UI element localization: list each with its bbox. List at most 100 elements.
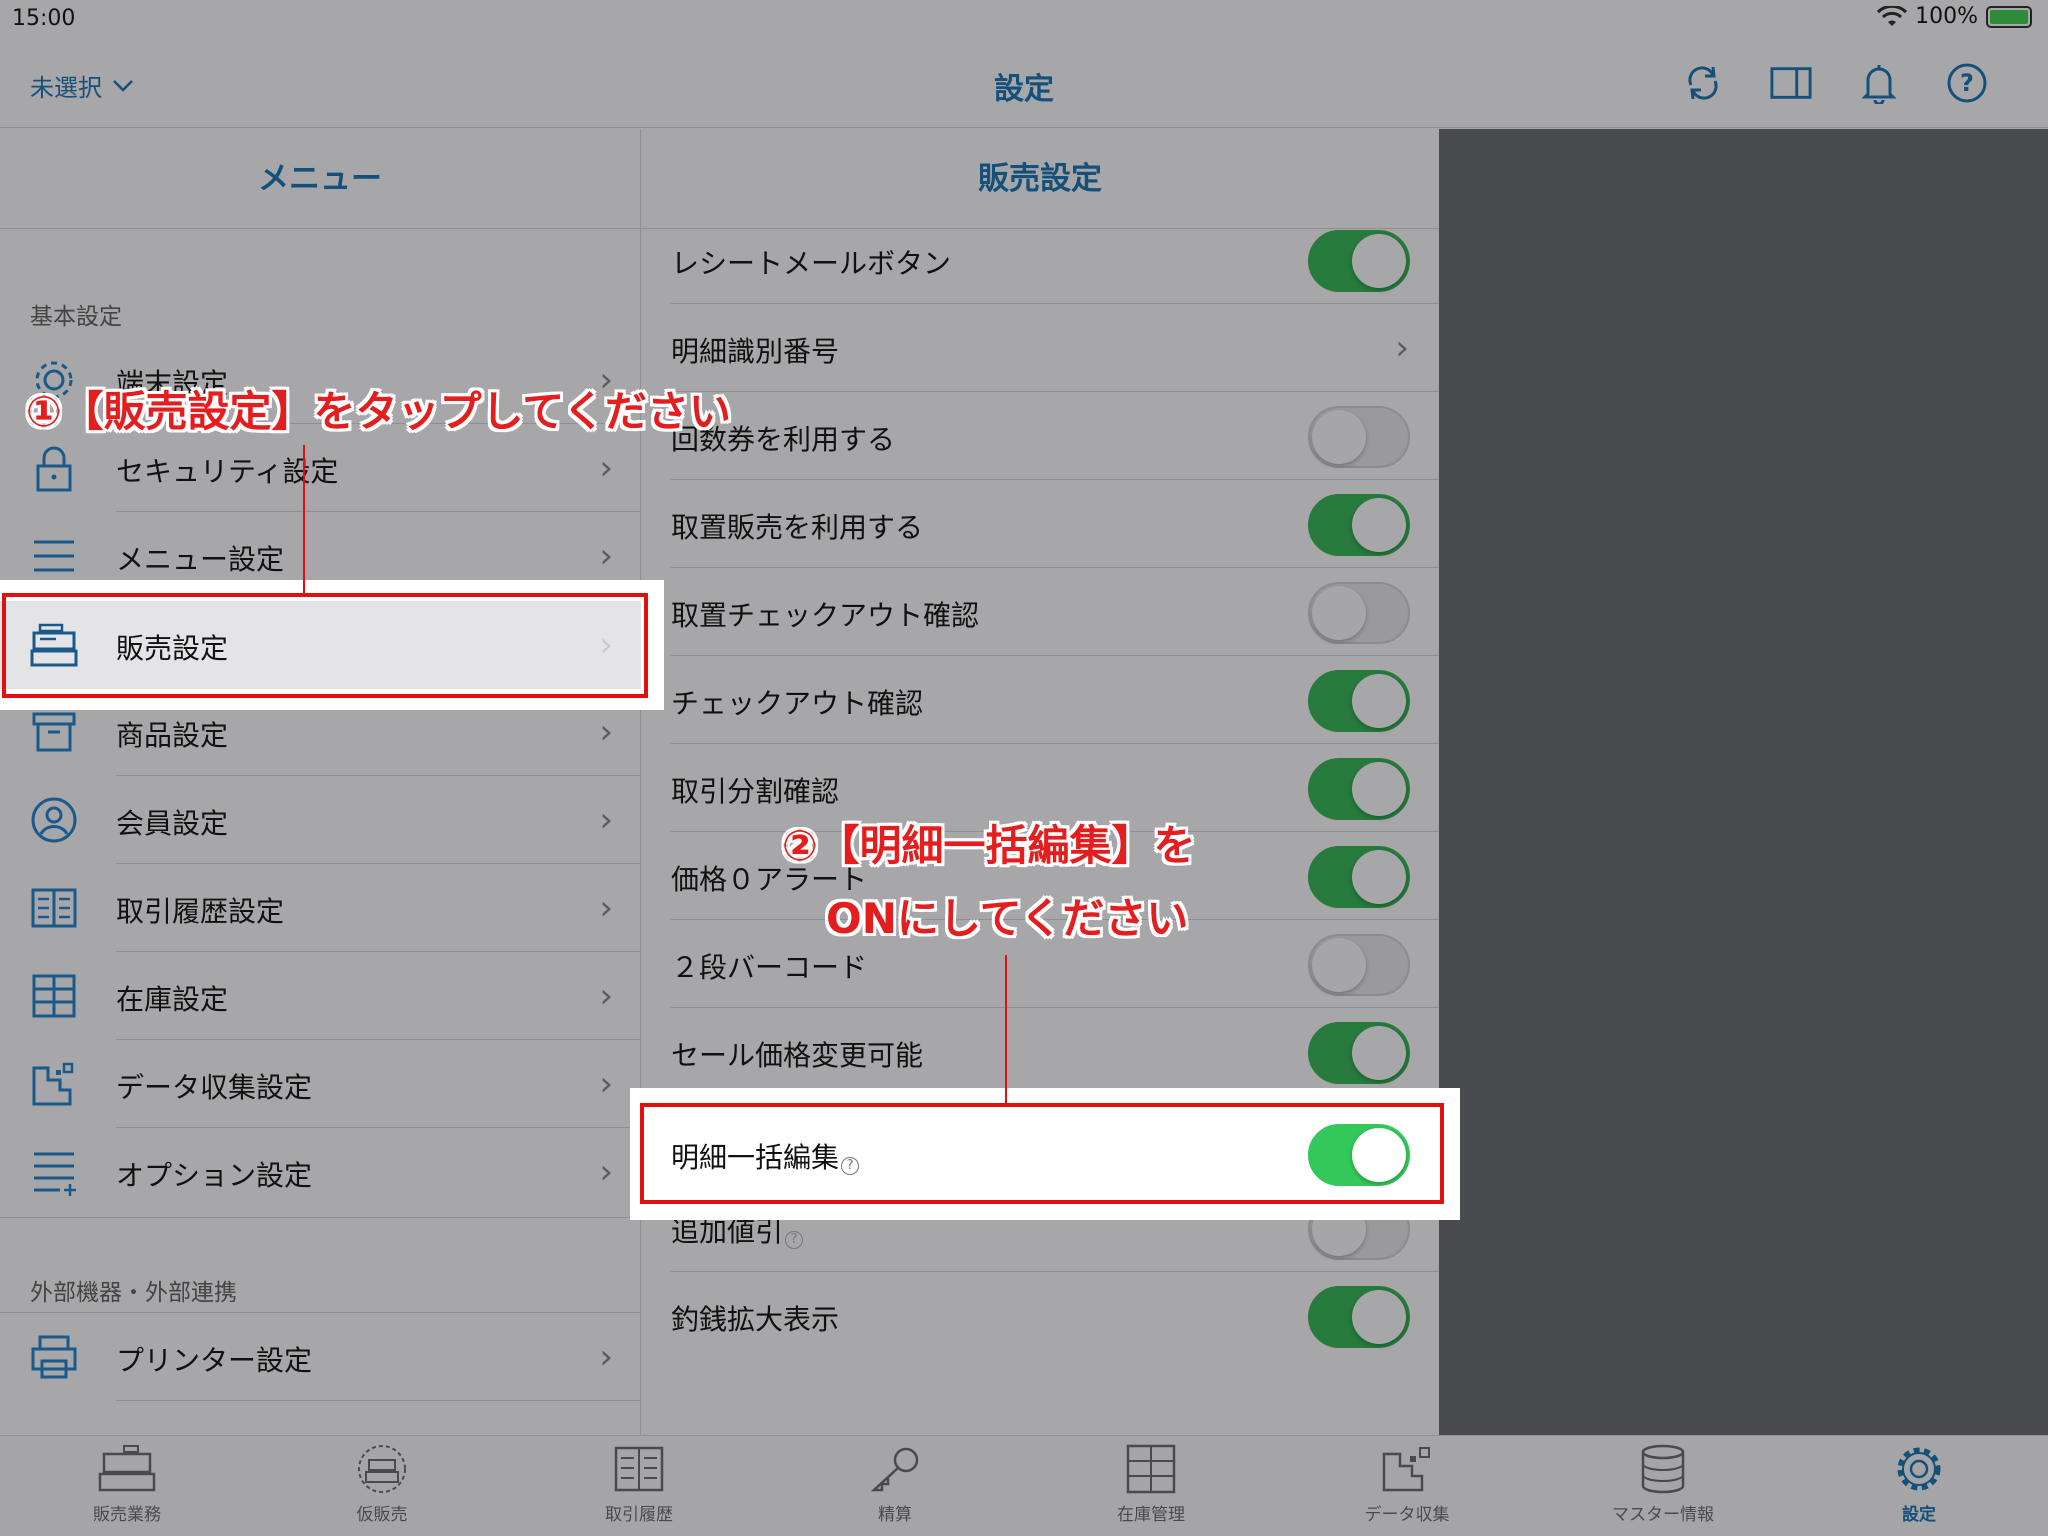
battery-percent: 100% [1915, 4, 1978, 29]
setting-toggle[interactable] [1308, 1286, 1410, 1348]
chevron-right-icon: › [1395, 328, 1409, 368]
printer-icon [31, 1335, 77, 1379]
book-icon [31, 888, 77, 928]
menu-pane: メニュー 基本設定 端末設定 › セキュリティ設定 › メニュー設定 › 商品設… [0, 129, 641, 1435]
help-icon[interactable]: ? [785, 1231, 804, 1249]
menu-item-label: 会員設定 [116, 807, 229, 840]
setting-row: チェックアウト確認 [641, 656, 1439, 744]
setting-toggle[interactable] [1308, 406, 1410, 468]
setting-row: セール価格変更可能 [641, 1008, 1439, 1096]
setting-label: 釣銭拡大表示 [671, 1303, 840, 1336]
setting-label: セール価格変更可能 [671, 1039, 924, 1072]
split-view-button[interactable] [1770, 62, 1812, 104]
sync-icon [1688, 66, 1718, 100]
setting-label: 取置チェックアウト確認 [671, 599, 980, 632]
menu-item-label: プリンター設定 [116, 1344, 313, 1377]
setting-toggle[interactable] [1308, 846, 1410, 908]
tab-temp-sale[interactable]: 仮販売 [292, 1444, 472, 1525]
setting-toggle[interactable] [1308, 758, 1410, 820]
group-divider [0, 1217, 640, 1218]
wifi-icon [1877, 5, 1908, 26]
status-bar: 15:00 100% [0, 0, 2048, 40]
chevron-right-icon: › [599, 888, 613, 928]
callout-line-step2 [1005, 955, 1007, 1103]
notification-button[interactable] [1858, 62, 1900, 104]
setting-label: 取置販売を利用する [671, 511, 924, 544]
setting-toggle[interactable] [1308, 582, 1410, 644]
menu-item-label: オプション設定 [116, 1159, 313, 1192]
history-icon [614, 1446, 664, 1492]
register-icon [98, 1445, 156, 1492]
callout-step2-line1: ②【明細一括編集】を [782, 821, 1196, 870]
section-label-basic: 基本設定 [30, 304, 122, 330]
tab-bar: 販売業務 仮販売 取引履歴 精算 在庫管理 データ収集 マスター情報 設定 [0, 1435, 2048, 1536]
nav-bar: 未選択 設定 ? [0, 40, 2048, 128]
setting-toggle[interactable] [1308, 670, 1410, 732]
user-icon [31, 797, 77, 843]
menu-lines-icon [34, 540, 74, 572]
status-right: 100% [1877, 4, 2032, 29]
box-icon [32, 712, 76, 752]
setting-label: 明細識別番号 [671, 335, 840, 368]
detail-pane: 販売設定 レシートメールボタン 明細識別番号 › 回数券を利用する取置販売を利用する取… [641, 129, 1439, 1435]
setting-row: 釣銭拡大表示 [641, 1272, 1439, 1360]
shelf-icon [32, 974, 76, 1018]
setting-row: 回数券を利用する [641, 392, 1439, 480]
tab-master[interactable]: マスター情報 [1573, 1444, 1753, 1525]
battery-icon [1986, 5, 2032, 28]
help-icon: ? [1947, 63, 1987, 103]
chevron-right-icon: › [599, 1152, 613, 1192]
help-button[interactable]: ? [1946, 62, 1988, 104]
callout-step2-line2: ONにしてください [826, 894, 1189, 943]
inventory-icon [1126, 1444, 1176, 1494]
section-label-external: 外部機器・外部連携 [30, 1280, 237, 1306]
menu-header: メニュー [0, 129, 640, 229]
menu-item-label: データ収集設定 [116, 1071, 313, 1104]
setting-label: ２段バーコード [671, 951, 868, 984]
setting-toggle[interactable] [1308, 230, 1410, 292]
callout-line-step1 [303, 445, 305, 593]
highlight-box-step2 [640, 1103, 1444, 1204]
list-add-icon [34, 1152, 76, 1196]
chevron-right-icon: › [599, 536, 613, 576]
setting-toggle[interactable] [1308, 934, 1410, 996]
detail-header: 販売設定 [641, 129, 1439, 229]
menu-item-member[interactable]: 会員設定 › [0, 776, 640, 864]
tab-sales[interactable]: 販売業務 [37, 1444, 217, 1525]
tab-inventory[interactable]: 在庫管理 [1061, 1444, 1241, 1525]
tab-data-collect[interactable]: データ収集 [1317, 1444, 1497, 1525]
data-collect-icon [32, 1062, 74, 1106]
status-time: 15:00 [12, 6, 76, 31]
setting-label: レシートメールボタン [671, 247, 952, 280]
sync-button[interactable] [1682, 62, 1724, 104]
callout-step1: ①【販売設定】をタップしてください [26, 387, 732, 436]
lock-icon [36, 446, 72, 492]
menu-item-inventory[interactable]: 在庫設定 › [0, 952, 640, 1040]
highlight-box-step1 [2, 593, 648, 698]
nav-actions: ? [1682, 62, 1988, 104]
tab-settlement[interactable]: 精算 [805, 1444, 985, 1525]
menu-item-label: 在庫設定 [116, 983, 229, 1016]
split-view-icon [1770, 67, 1812, 99]
menu-item-label: 取引履歴設定 [116, 895, 285, 928]
tab-settings[interactable]: 設定 [1829, 1444, 2009, 1525]
menu-item-printer[interactable]: プリンター設定 › [0, 1313, 640, 1401]
setting-row: レシートメールボタン [641, 216, 1439, 304]
chevron-right-icon: › [599, 1337, 613, 1377]
tab-history[interactable]: 取引履歴 [549, 1444, 729, 1525]
key-icon [870, 1447, 919, 1492]
database-icon [1641, 1444, 1685, 1494]
bell-icon [1862, 65, 1896, 104]
setting-row[interactable]: 明細識別番号 › [641, 304, 1439, 392]
chevron-right-icon: › [599, 800, 613, 840]
setting-label: チェックアウト確認 [671, 687, 924, 720]
setting-toggle[interactable] [1308, 1022, 1410, 1084]
gear-icon [1897, 1447, 1941, 1491]
menu-item-data-collect[interactable]: データ収集設定 › [0, 1040, 640, 1128]
setting-row: 取置チェックアウト確認 [641, 568, 1439, 656]
menu-item-history[interactable]: 取引履歴設定 › [0, 864, 640, 952]
menu-item-label: 商品設定 [116, 719, 229, 752]
menu-item-option[interactable]: オプション設定 › [0, 1128, 640, 1216]
setting-toggle[interactable] [1308, 494, 1410, 556]
chevron-right-icon: › [599, 712, 613, 752]
